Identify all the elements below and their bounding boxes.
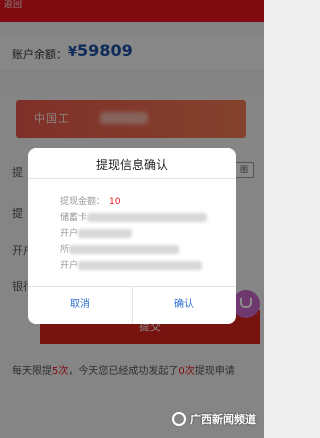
amount-value: 10 [109, 197, 121, 207]
account-label: 开户 [60, 229, 79, 239]
watermark: 广西新闻频道 [172, 410, 256, 428]
bank-redacted [78, 261, 203, 270]
bank-label: 开户 [60, 261, 79, 271]
watermark-logo-icon [172, 412, 186, 426]
account-redacted [78, 229, 133, 238]
dialog-divider-top [28, 178, 236, 179]
dialog-row-branch: 所 [60, 242, 180, 256]
dialog-row-account: 开户 [60, 226, 133, 240]
branch-redacted [69, 245, 180, 254]
dialog-row-bank: 开户 [60, 258, 203, 272]
amount-label: 提现金额： [60, 197, 106, 207]
dialog-title: 提现信息确认 [95, 158, 168, 172]
branch-label: 所 [60, 245, 70, 255]
watermark-text: 广西新闻频道 [190, 413, 256, 426]
dialog-row-amount: 提现金额： 10 [60, 194, 120, 208]
holder-redacted [87, 213, 208, 222]
cancel-button[interactable]: 取消 [28, 292, 132, 318]
confirm-button[interactable]: 确认 [132, 292, 236, 318]
confirm-dialog: 提现信息确认 提现金额： 10 储蓄卡 开户 所 开户 取消 确认 [28, 148, 236, 324]
holder-label: 储蓄卡 [60, 213, 88, 223]
dialog-row-holder: 储蓄卡 [60, 210, 208, 224]
